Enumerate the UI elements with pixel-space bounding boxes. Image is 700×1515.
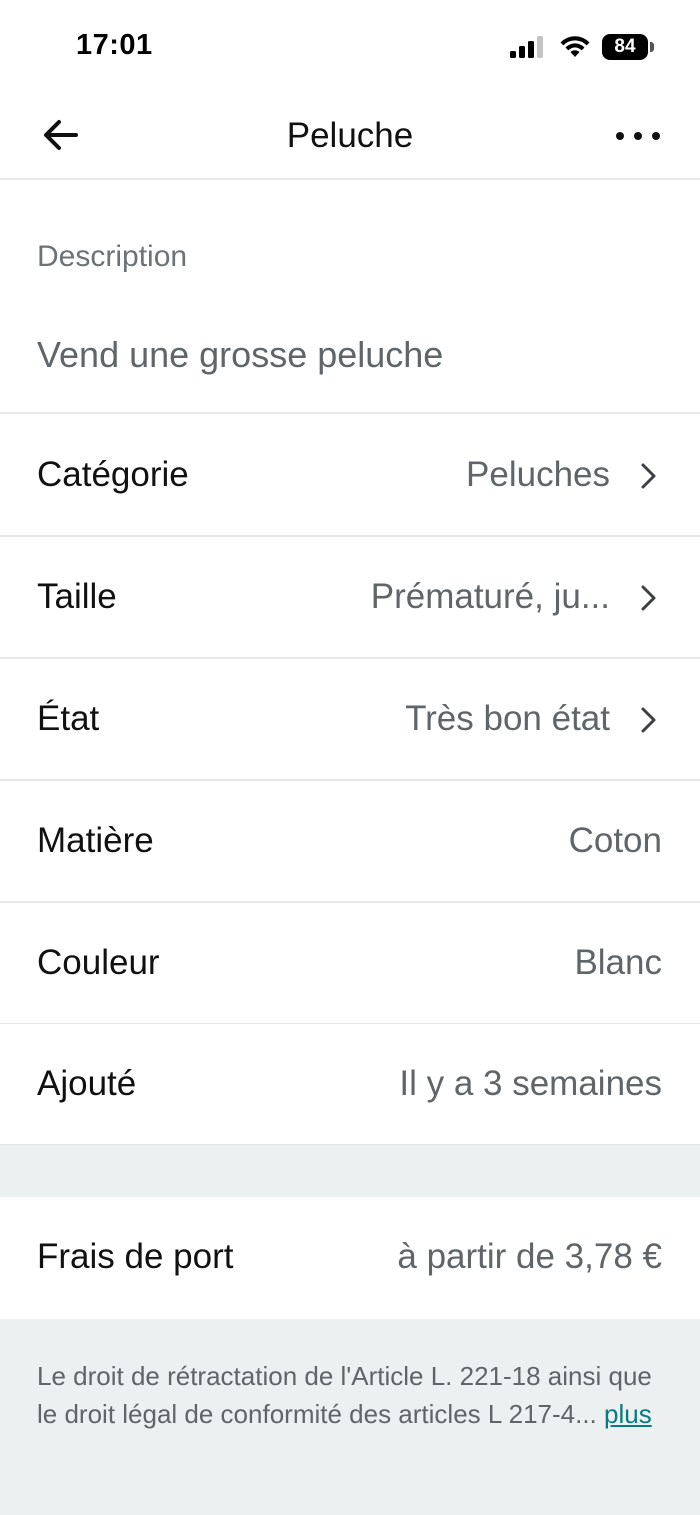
more-options-icon[interactable] [606, 110, 670, 162]
detail-label: Couleur [37, 943, 160, 982]
legal-more-link[interactable]: plus [604, 1399, 652, 1429]
shipping-value: à partir de 3,78 € [397, 1237, 662, 1276]
detail-row-added: Ajouté Il y a 3 semaines [0, 1024, 700, 1146]
detail-row-condition[interactable]: État Très bon état [0, 659, 700, 781]
section-divider [0, 1145, 700, 1197]
battery-icon: 84 [602, 34, 654, 60]
detail-value: Il y a 3 semaines [399, 1064, 662, 1103]
detail-row-category[interactable]: Catégorie Peluches [0, 415, 700, 537]
detail-value: Très bon état [405, 699, 610, 738]
detail-value: Blanc [574, 943, 662, 982]
detail-row-color: Couleur Blanc [0, 903, 700, 1025]
legal-text-body: Le droit de rétractation de l'Article L.… [37, 1361, 652, 1429]
shipping-row: Frais de port à partir de 3,78 € [0, 1197, 700, 1319]
page-title: Peluche [286, 116, 414, 155]
legal-notice: Le droit de rétractation de l'Article L.… [0, 1319, 700, 1515]
detail-value: Peluches [466, 455, 610, 494]
detail-value: Prématuré, ju... [370, 577, 610, 616]
detail-row-size[interactable]: Taille Prématuré, ju... [0, 537, 700, 659]
detail-value: Coton [568, 821, 662, 860]
description-section: Description Vend une grosse peluche [0, 182, 700, 414]
detail-label: Ajouté [37, 1064, 137, 1103]
chevron-right-icon [641, 585, 656, 611]
description-text: Vend une grosse peluche [37, 334, 444, 375]
status-time: 17:01 [76, 29, 153, 61]
nav-bar: Peluche [0, 94, 700, 180]
detail-label: Catégorie [37, 455, 189, 494]
detail-label: Taille [37, 577, 117, 616]
chevron-right-icon [641, 707, 656, 733]
wifi-icon [560, 36, 590, 57]
back-arrow-icon[interactable] [32, 106, 90, 164]
shipping-label: Frais de port [37, 1237, 234, 1276]
description-label: Description [37, 240, 188, 273]
detail-row-material: Matière Coton [0, 781, 700, 903]
status-bar: 17:01 84 [0, 0, 700, 94]
chevron-right-icon [641, 463, 656, 489]
cellular-signal-icon [510, 36, 543, 58]
legal-text: Le droit de rétractation de l'Article L.… [37, 1357, 657, 1433]
detail-label: État [37, 699, 100, 738]
detail-label: Matière [37, 821, 154, 860]
battery-level: 84 [602, 34, 648, 60]
